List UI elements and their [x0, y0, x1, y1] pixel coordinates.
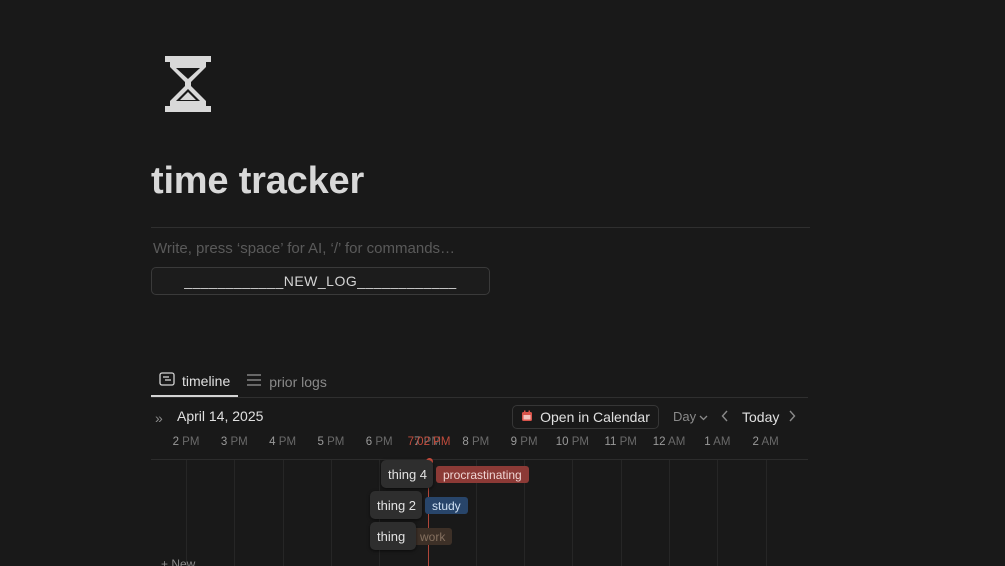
hour-label: 8 PM	[462, 436, 489, 448]
hour-gridline	[234, 460, 236, 566]
hour-unit: PM	[471, 436, 490, 448]
hour-label: 4 PM	[269, 436, 296, 448]
hour-number: 4	[269, 436, 276, 448]
hour-number: 2	[752, 436, 759, 448]
hour-label: 11 PM	[604, 436, 636, 448]
hour-gridline	[717, 460, 719, 566]
calendar-icon	[521, 409, 533, 425]
hour-gridline	[186, 460, 187, 566]
page-title[interactable]: time tracker	[151, 160, 364, 203]
hour-number: 3	[220, 436, 228, 448]
hour-unit: PM	[571, 436, 590, 448]
timeline-icon	[159, 372, 175, 389]
hour-gridline	[572, 460, 574, 566]
hour-label: 2 AM	[752, 436, 778, 448]
new-log-button[interactable]: ____________NEW_LOG____________	[151, 267, 490, 295]
hour-unit: PM	[619, 436, 637, 448]
tag-study[interactable]: study	[425, 497, 468, 514]
new-row-button[interactable]: + New	[161, 557, 195, 566]
hour-gridline	[620, 460, 622, 566]
hour-number: 5	[317, 436, 324, 448]
tab-prior-logs[interactable]: prior logs	[238, 366, 335, 397]
timeline-item-thing-4[interactable]: thing 4	[381, 460, 433, 488]
tag-work[interactable]: work	[413, 528, 453, 545]
timeline-item-thing[interactable]: thing	[370, 522, 416, 550]
new-row-label: New	[171, 557, 196, 566]
hour-label: 10 PM	[556, 436, 589, 448]
title-divider	[151, 227, 810, 228]
date-label: April 14, 2025	[177, 408, 264, 424]
hour-unit: PM	[182, 436, 200, 448]
hour-unit: AM	[761, 436, 779, 448]
page: time tracker Write, press ‘space’ for AI…	[0, 0, 1005, 566]
hour-label: 12 AM	[653, 436, 686, 448]
tab-timeline[interactable]: timeline	[151, 366, 239, 397]
hour-gridline	[330, 460, 332, 566]
open-in-calendar-button[interactable]: Open in Calendar	[512, 405, 659, 429]
hour-unit: PM	[230, 436, 248, 448]
tabs-divider	[151, 397, 808, 398]
timeline-item-thing-2[interactable]: thing 2	[370, 491, 422, 519]
hour-unit: AM	[668, 436, 686, 448]
hour-label: 1 AM	[704, 436, 730, 448]
timeline: 3 2 AM1 AM12 AM11 PM10 PM9 PM8 PM7 PM6 P…	[151, 430, 808, 566]
hourglass-icon[interactable]	[163, 55, 213, 113]
list-icon	[246, 373, 262, 390]
hour-unit: PM	[278, 436, 297, 448]
hour-unit: PM	[375, 436, 393, 448]
hour-number: 11	[604, 436, 617, 448]
current-time-label: 7:02 PM	[407, 436, 451, 448]
tab-label: timeline	[182, 372, 231, 389]
hour-number: 8	[462, 436, 469, 448]
hour-label: 6 PM	[366, 436, 393, 448]
range-select-value: Day	[673, 409, 697, 424]
double-chevron-right-icon[interactable]: »	[155, 410, 163, 426]
hour-number: 9	[510, 436, 518, 448]
hour-number: 6	[365, 436, 373, 448]
editor-placeholder[interactable]: Write, press ‘space’ for AI, ‘/’ for com…	[153, 240, 455, 257]
tab-label: prior logs	[269, 373, 327, 390]
hour-unit: PM	[327, 436, 345, 448]
hour-number: 2	[172, 436, 179, 448]
chevron-down-icon	[699, 409, 708, 424]
chevron-right-icon[interactable]	[788, 409, 796, 425]
hour-unit: AM	[713, 436, 731, 448]
hour-label: 2 PM	[173, 436, 200, 448]
hour-gridline	[282, 460, 284, 566]
hour-number: 10	[555, 436, 569, 448]
hour-number: 12	[652, 436, 666, 448]
hour-gridline	[765, 460, 767, 566]
hour-label: 5 PM	[317, 436, 344, 448]
hour-label: 3 PM	[221, 436, 248, 448]
range-select[interactable]: Day	[673, 409, 708, 424]
tag-procrastinating[interactable]: procrastinating	[436, 466, 529, 483]
hour-gridline	[669, 460, 670, 566]
timeline-header-divider	[151, 459, 808, 460]
hour-unit: PM	[520, 436, 538, 448]
hour-number: 1	[704, 436, 711, 448]
open-in-calendar-label: Open in Calendar	[540, 409, 650, 425]
today-button[interactable]: Today	[742, 409, 779, 425]
hour-label: 9 PM	[511, 436, 538, 448]
chevron-left-icon[interactable]	[721, 409, 729, 425]
view-tabs: timeline prior logs	[151, 366, 335, 397]
